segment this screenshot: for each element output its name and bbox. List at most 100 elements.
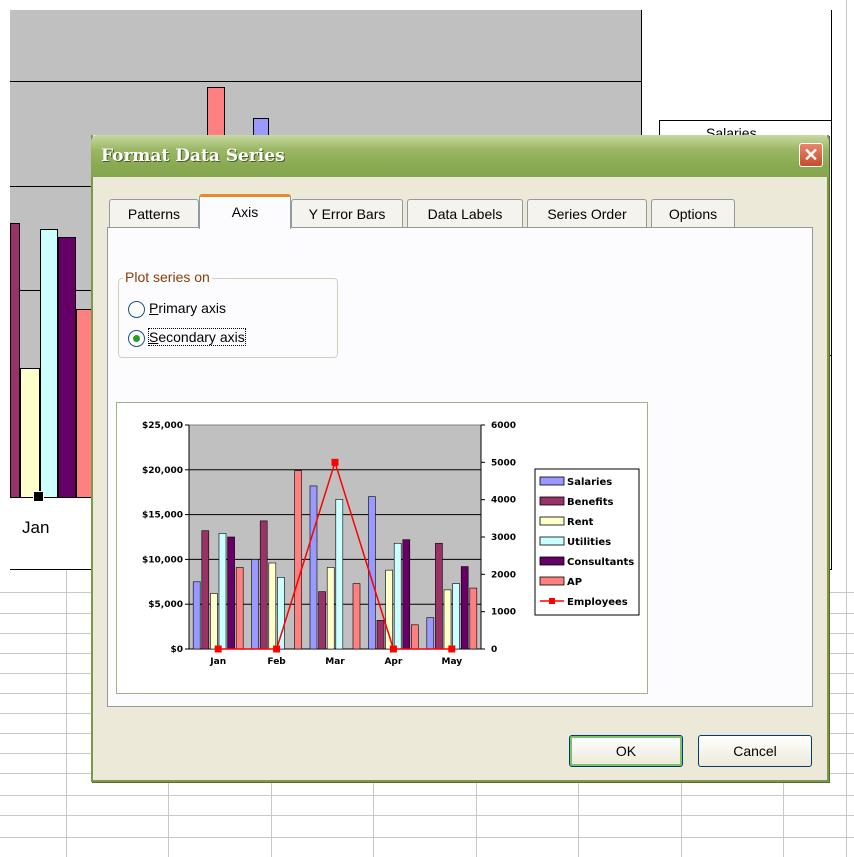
primary-axis-radio[interactable]: Primary axis xyxy=(128,300,226,318)
bar xyxy=(227,536,235,650)
tab-series-order[interactable]: Series Order xyxy=(527,199,647,227)
y2-tick-label: 2000 xyxy=(491,570,516,580)
y-tick-label: $15,000 xyxy=(142,511,183,521)
y2-tick-label: 5000 xyxy=(491,458,516,468)
bar xyxy=(294,470,302,650)
bar xyxy=(201,530,210,650)
legend-entry: Rent xyxy=(567,517,594,528)
close-button[interactable]: ✕ xyxy=(799,143,823,167)
access-key: P xyxy=(149,300,159,316)
bar xyxy=(411,624,419,650)
bar xyxy=(309,485,318,650)
y2-tick-label: 3000 xyxy=(491,533,516,543)
bar xyxy=(326,567,335,650)
legend-line-marker xyxy=(549,598,555,604)
close-icon: ✕ xyxy=(803,145,819,165)
tab-label: Data Labels xyxy=(427,206,503,222)
x-tick-label: Feb xyxy=(267,657,286,667)
background-bar[interactable] xyxy=(20,368,40,498)
bar xyxy=(402,539,411,650)
grid-line xyxy=(66,570,67,857)
line-marker xyxy=(331,458,339,466)
tab-y-error-bars[interactable]: Y Error Bars xyxy=(291,199,403,227)
bar xyxy=(192,581,201,650)
y2-tick-label: 4000 xyxy=(491,496,516,506)
y2-tick-label: 1000 xyxy=(491,608,516,618)
radio-unchecked-icon[interactable] xyxy=(128,300,145,318)
line-marker xyxy=(273,645,281,653)
line-marker xyxy=(448,645,456,653)
x-tick-label: May xyxy=(441,657,462,667)
bar xyxy=(460,566,469,650)
legend-swatch xyxy=(539,556,565,566)
y-tick-label: $25,000 xyxy=(142,421,183,431)
legend-swatch xyxy=(539,536,565,546)
format-data-series-dialog: Format Data Series ✕ Patterns Axis Y Err… xyxy=(91,135,829,782)
radio-checked-icon[interactable] xyxy=(128,329,145,347)
bar xyxy=(259,520,268,650)
tab-data-labels[interactable]: Data Labels xyxy=(407,199,523,227)
background-bar[interactable] xyxy=(10,223,20,498)
bar xyxy=(426,617,435,650)
label-text: econdary axis xyxy=(158,329,245,345)
bar xyxy=(435,542,443,650)
tab-axis[interactable]: Axis xyxy=(199,194,291,229)
grid-line xyxy=(0,837,854,838)
legend-swatch xyxy=(539,576,565,586)
tab-label: Options xyxy=(668,206,718,222)
grid-line xyxy=(0,795,854,796)
dialog-title: Format Data Series xyxy=(101,146,285,166)
y2-tick-label: 0 xyxy=(491,645,497,655)
bar xyxy=(318,591,326,650)
legend-swatch xyxy=(539,496,565,506)
tab-options[interactable]: Options xyxy=(651,199,735,227)
dialog-titlebar[interactable]: Format Data Series ✕ xyxy=(91,135,829,177)
x-tick-label: Jan xyxy=(209,657,226,667)
bar xyxy=(210,593,218,650)
bar xyxy=(352,583,361,650)
y-tick-label: $0 xyxy=(170,645,183,655)
preview-chart: $0 $5,000 $10,000 $15,000 $20,000 $25,000 0 100… xyxy=(116,402,648,694)
legend-entry: Consultants xyxy=(567,557,634,568)
bar xyxy=(268,562,277,650)
bar xyxy=(452,583,460,650)
ok-label: OK xyxy=(615,743,637,759)
cancel-button[interactable]: Cancel xyxy=(698,735,812,767)
access-key: S xyxy=(149,329,159,345)
y-tick-label: $10,000 xyxy=(142,555,183,565)
y2-tick-label: 6000 xyxy=(491,421,516,431)
tab-label: Series Order xyxy=(547,206,627,222)
cancel-label: Cancel xyxy=(733,743,777,759)
y-tick-label: $5,000 xyxy=(148,600,183,610)
bar xyxy=(218,533,227,650)
x-tick-label: Mar xyxy=(325,657,345,667)
x-tick-label: Apr xyxy=(384,657,402,667)
legend-swatch xyxy=(539,476,565,486)
selection-handle[interactable] xyxy=(33,491,44,502)
bar xyxy=(443,589,452,650)
legend-entry: Benefits xyxy=(567,497,613,508)
tab-label: Patterns xyxy=(127,206,181,222)
background-bar[interactable] xyxy=(58,237,76,498)
bar xyxy=(251,559,259,650)
secondary-axis-radio[interactable]: Secondary axis xyxy=(128,328,246,347)
legend-entry: Employees xyxy=(567,597,628,608)
secondary-axis-label: Secondary axis xyxy=(148,328,246,346)
legend-entry: Utilities xyxy=(567,537,611,548)
grid-line xyxy=(846,0,847,857)
bar xyxy=(277,577,285,650)
ok-button[interactable]: OK xyxy=(569,735,683,767)
line-marker xyxy=(389,645,397,653)
bar xyxy=(469,587,478,650)
bar xyxy=(235,567,244,650)
label-text: rimary axis xyxy=(158,300,227,316)
tab-label: Y Error Bars xyxy=(308,206,386,222)
y-tick-label: $20,000 xyxy=(142,466,183,476)
bar xyxy=(393,542,402,650)
bar xyxy=(376,620,385,650)
legend-entry: Salaries xyxy=(567,477,612,488)
legend-swatch xyxy=(539,516,565,526)
preview-chart-svg: $0 $5,000 $10,000 $15,000 $20,000 $25,000 0 100… xyxy=(142,421,640,667)
tab-patterns[interactable]: Patterns xyxy=(109,199,199,227)
background-bar[interactable] xyxy=(40,229,58,498)
